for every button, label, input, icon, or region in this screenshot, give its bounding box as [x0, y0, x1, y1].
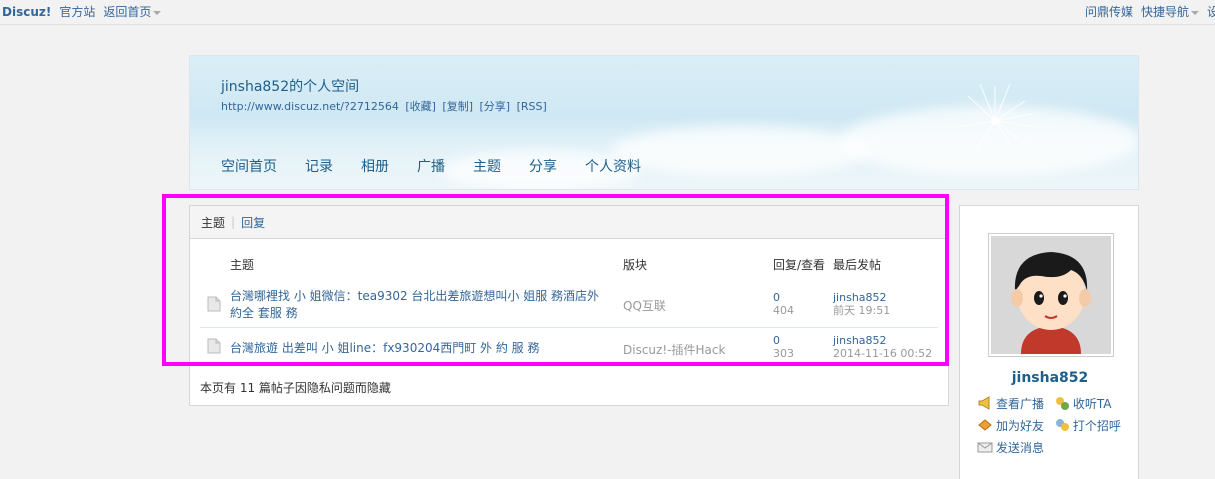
thread-forum-link[interactable]: Discuz!-插件Hack: [623, 341, 725, 358]
header-last-post: 最后发帖: [833, 258, 882, 272]
profile-actions: 查看广播 收听TA 加为好友 打个招呼 发送消息: [977, 392, 1137, 458]
thread-forum-link[interactable]: QQ互联: [623, 297, 666, 314]
greeting-icon: [1055, 419, 1069, 431]
say-hello-button[interactable]: 打个招呼: [1054, 414, 1121, 436]
view-count: 404: [773, 304, 794, 317]
header-forum: 版块: [623, 258, 648, 272]
header-stats: 回复/查看: [773, 258, 826, 272]
nav-album[interactable]: 相册: [361, 156, 389, 176]
space-links: http://www.discuz.net/?2712564 [收藏] [复制]…: [221, 98, 550, 114]
thread-subject-link[interactable]: 台灣旅遊 出差叫 小 姐line：fx930204西門町 外 約 服 務: [230, 340, 610, 357]
wending-media-link[interactable]: 问鼎传媒: [1085, 3, 1133, 20]
back-home-label: 返回首页: [103, 5, 152, 19]
follow-icon: [1055, 397, 1069, 410]
share-link[interactable]: [分享]: [480, 100, 511, 113]
avatar-image: [991, 236, 1111, 354]
nav-space-home[interactable]: 空间首页: [221, 156, 277, 176]
thread-stats: 0 303: [773, 334, 794, 360]
view-broadcast-button[interactable]: 查看广播: [977, 392, 1044, 414]
reply-count: 0: [773, 291, 780, 304]
last-post-time: 前天 19:51: [833, 304, 891, 317]
thread-list-panel: 主题 | 回复 主题 版块 回复/查看 最后发帖 台灣哪裡找 小 姐微信：tea…: [189, 205, 949, 406]
top-bar: Discuz! 官方站 返回首页 问鼎传媒 快捷导航 设: [0, 0, 1215, 25]
table-row: 台灣哪裡找 小 姐微信：tea9302 台北出差旅遊想叫小 姐服 務酒店外約全 …: [200, 288, 938, 328]
last-post-user[interactable]: jinsha852: [833, 291, 890, 304]
thread-icon: [207, 296, 221, 312]
add-friend-label: 加为好友: [996, 418, 1045, 433]
chevron-down-icon: [153, 10, 162, 15]
tab-replies[interactable]: 回复: [241, 214, 265, 231]
tab-separator: |: [231, 215, 236, 229]
header-subject: 主题: [230, 258, 255, 272]
space-url: http://www.discuz.net/?2712564: [221, 100, 399, 113]
send-message-button[interactable]: 发送消息: [977, 436, 1044, 458]
nav-records[interactable]: 记录: [305, 156, 333, 176]
thread-stats: 0 404: [773, 291, 794, 317]
envelope-icon: [977, 442, 993, 453]
profile-username[interactable]: jinsha852: [960, 370, 1140, 386]
reply-count: 0: [773, 334, 780, 347]
nav-share[interactable]: 分享: [529, 156, 557, 176]
back-home-link[interactable]: 返回首页: [103, 3, 162, 20]
space-title[interactable]: jinsha852的个人空间: [221, 76, 359, 96]
nav-broadcast[interactable]: 广播: [417, 156, 445, 176]
view-count: 303: [773, 347, 794, 360]
chevron-down-icon: [1190, 10, 1199, 15]
top-bar-left: Discuz! 官方站 返回首页: [2, 3, 162, 20]
table-header: 主题 版块 回复/查看 最后发帖: [190, 256, 948, 274]
thread-subject-link[interactable]: 台灣哪裡找 小 姐微信：tea9302 台北出差旅遊想叫小 姐服 務酒店外約全 …: [230, 288, 610, 322]
send-message-label: 发送消息: [996, 440, 1045, 455]
top-bar-right: 问鼎传媒 快捷导航 设: [1085, 3, 1215, 20]
add-friend-icon: [978, 419, 992, 431]
avatar-illustration: [991, 236, 1111, 354]
quick-nav-label: 快捷导航: [1140, 5, 1189, 19]
nav-threads[interactable]: 主题: [473, 156, 501, 176]
space-header-banner: jinsha852的个人空间 http://www.discuz.net/?27…: [189, 55, 1139, 190]
thread-icon: [207, 338, 221, 354]
table-row: 台灣旅遊 出差叫 小 姐line：fx930204西門町 外 約 服 務 Dis…: [200, 332, 938, 366]
last-post: jinsha852 前天 19:51: [833, 291, 890, 317]
follow-label: 收听TA: [1072, 396, 1112, 411]
hidden-posts-note: 本页有 11 篇帖子因隐私问题而隐藏: [200, 381, 391, 395]
favorite-link[interactable]: [收藏]: [405, 100, 436, 113]
view-broadcast-label: 查看广播: [996, 396, 1045, 411]
cloud-decoration: [610, 126, 870, 176]
avatar[interactable]: [988, 233, 1114, 357]
add-friend-button[interactable]: 加为好友: [977, 414, 1044, 436]
last-post-time: 2014-11-16 00:52: [833, 347, 933, 360]
last-post-user[interactable]: jinsha852: [833, 334, 932, 347]
nav-profile[interactable]: 个人资料: [585, 156, 641, 176]
discuz-link[interactable]: Discuz!: [2, 5, 51, 19]
last-post: jinsha852 2014-11-16 00:52: [833, 334, 932, 360]
quick-nav-menu[interactable]: 快捷导航: [1141, 3, 1199, 20]
settings-link[interactable]: 设: [1207, 3, 1215, 20]
rss-link[interactable]: [RSS]: [517, 100, 547, 113]
tab-bar: 主题 | 回复: [190, 206, 948, 239]
tab-threads[interactable]: 主题: [201, 214, 225, 231]
follow-button[interactable]: 收听TA: [1054, 392, 1112, 414]
space-nav: 空间首页 记录 相册 广播 主题 分享 个人资料: [221, 156, 641, 176]
dandelion-icon: [961, 83, 1036, 152]
official-site-link[interactable]: 官方站: [59, 3, 95, 20]
megaphone-icon: [978, 396, 990, 410]
copy-link[interactable]: [复制]: [442, 100, 473, 113]
say-hello-label: 打个招呼: [1072, 418, 1121, 433]
profile-sidebar: jinsha852 查看广播 收听TA 加为好友 打个招呼 发送消息: [959, 205, 1139, 479]
